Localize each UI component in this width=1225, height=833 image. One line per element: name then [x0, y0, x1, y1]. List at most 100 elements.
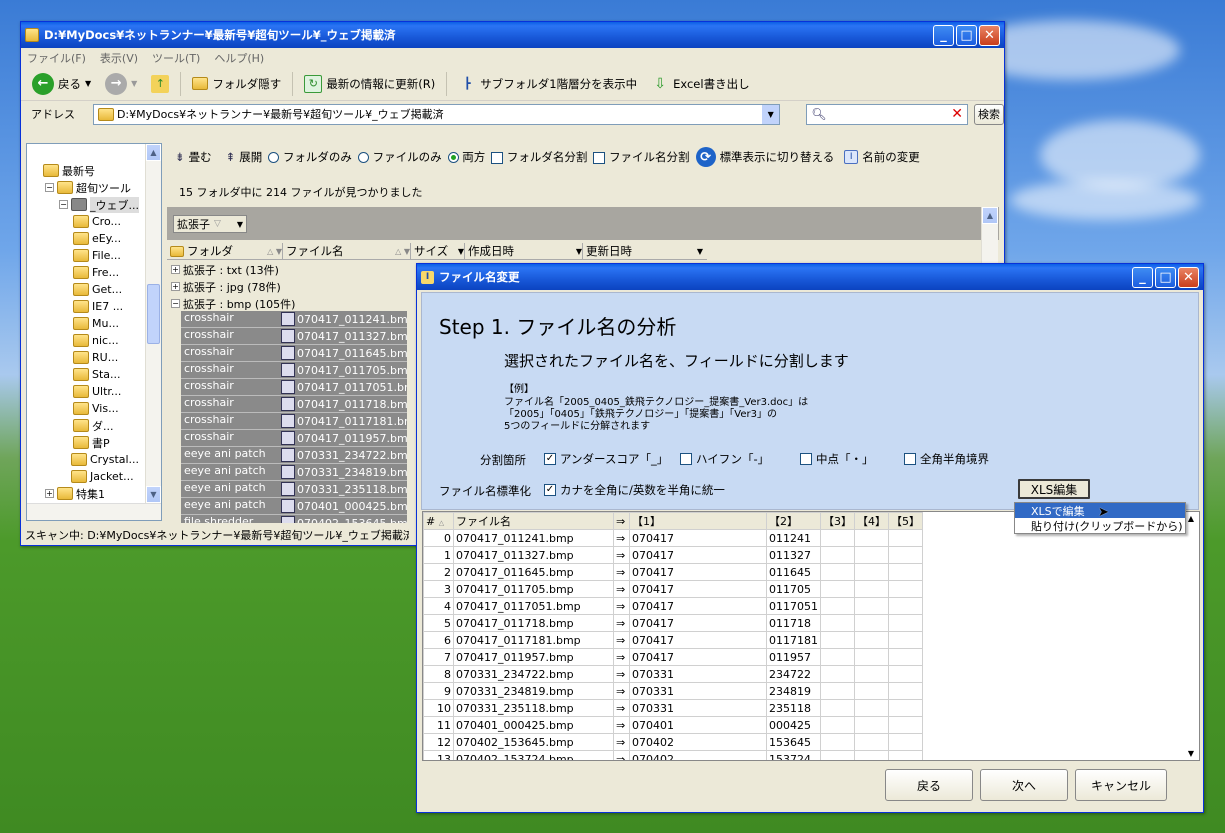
- grid-cell-filename[interactable]: 070402_153645.bmp: [453, 733, 614, 751]
- tree-item[interactable]: ダ...: [27, 417, 161, 434]
- scroll-down-arrow-icon[interactable]: ▼: [146, 486, 161, 503]
- group-row[interactable]: + 拡張子 : txt (13件): [167, 261, 427, 278]
- grid-cell-field-3[interactable]: [820, 529, 855, 547]
- group-toggle-icon[interactable]: −: [171, 299, 180, 308]
- chevron-down-icon[interactable]: ▼: [576, 247, 582, 256]
- tree-toggle-icon[interactable]: −: [45, 183, 54, 192]
- grid-cell-field-5[interactable]: [888, 614, 923, 632]
- grid-cell-field-1[interactable]: 070417: [629, 648, 767, 666]
- grid-cell-index[interactable]: 2: [423, 563, 454, 581]
- grid-cell-arrow[interactable]: ⇒: [613, 580, 630, 598]
- grid-cell-field-1[interactable]: 070417: [629, 580, 767, 598]
- grid-cell-field-4[interactable]: [854, 733, 889, 751]
- grid-row[interactable]: 12 070402_153645.bmp ⇒ 070402 153645: [423, 733, 923, 751]
- field-grid[interactable]: # △ ファイル名 ⇒ 【1】 【2】 【3】 【4】 【5】 0 070417_…: [422, 511, 1200, 761]
- grid-cell-field-5[interactable]: [888, 597, 923, 615]
- tree-item[interactable]: Sta...: [27, 366, 161, 383]
- grid-cell-field-2[interactable]: 153645: [766, 733, 821, 751]
- grid-cell-field-2[interactable]: 0117051: [766, 597, 821, 615]
- folder-tree[interactable]: 最新号 − 超旬ツール − _ウェブ... Cro... eEy... File... Fre.…: [26, 143, 162, 521]
- grid-cell-arrow[interactable]: ⇒: [613, 750, 630, 760]
- split-option-middot[interactable]: 中点「・」: [800, 451, 874, 467]
- tree-item[interactable]: eEy...: [27, 230, 161, 247]
- tree-item[interactable]: Fre...: [27, 264, 161, 281]
- grid-cell-index[interactable]: 7: [423, 648, 454, 666]
- grid-cell-arrow[interactable]: ⇒: [613, 597, 630, 615]
- next-button[interactable]: 次へ: [980, 769, 1068, 801]
- search-button[interactable]: 検索: [974, 103, 1004, 125]
- grid-cell-field-4[interactable]: [854, 665, 889, 683]
- grid-cell-field-3[interactable]: [820, 665, 855, 683]
- grid-cell-filename[interactable]: 070417_011645.bmp: [453, 563, 614, 581]
- grid-cell-field-3[interactable]: [820, 699, 855, 717]
- grid-header-arrow[interactable]: ⇒: [613, 512, 630, 530]
- tree-item[interactable]: Cro...: [27, 213, 161, 230]
- grid-cell-field-3[interactable]: [820, 614, 855, 632]
- grid-cell-field-3[interactable]: [820, 682, 855, 700]
- scroll-up-arrow-icon[interactable]: ▲: [146, 144, 161, 161]
- grid-cell-filename[interactable]: 070417_011327.bmp: [453, 546, 614, 564]
- tree-item[interactable]: 最新号: [27, 162, 161, 179]
- file-row[interactable]: crosshair 070417_011957.bmp: [181, 430, 411, 447]
- grid-header-field-4[interactable]: 【4】: [854, 512, 889, 530]
- maximize-button[interactable]: □: [956, 25, 977, 46]
- tree-item[interactable]: IE7 ...: [27, 298, 161, 315]
- grid-cell-index[interactable]: 11: [423, 716, 454, 734]
- tree-item[interactable]: Ultr...: [27, 383, 161, 400]
- grid-cell-index[interactable]: 9: [423, 682, 454, 700]
- grid-cell-index[interactable]: 0: [423, 529, 454, 547]
- file-row[interactable]: crosshair 070417_0117051.bmp: [181, 379, 411, 396]
- grid-cell-field-5[interactable]: [888, 682, 923, 700]
- search-input[interactable]: 🔍︎ ✕: [806, 103, 969, 125]
- grid-cell-field-4[interactable]: [854, 614, 889, 632]
- subfolder-button[interactable]: ┣ サブフォルダ1階層分を表示中: [453, 70, 642, 98]
- grid-cell-filename[interactable]: 070417_0117051.bmp: [453, 597, 614, 615]
- grid-cell-field-2[interactable]: 000425: [766, 716, 821, 734]
- grid-cell-field-2[interactable]: 011327: [766, 546, 821, 564]
- tree-toggle-icon[interactable]: +: [45, 489, 54, 498]
- grid-cell-field-1[interactable]: 070331: [629, 682, 767, 700]
- grid-cell-field-1[interactable]: 070417: [629, 529, 767, 547]
- hide-folder-button[interactable]: フォルダ隠す: [187, 70, 286, 98]
- grid-cell-filename[interactable]: 070401_000425.bmp: [453, 716, 614, 734]
- grid-cell-field-4[interactable]: [854, 580, 889, 598]
- file-row[interactable]: eeye ani patch 070331_234722.bmp: [181, 447, 411, 464]
- grid-cell-field-4[interactable]: [854, 716, 889, 734]
- grid-cell-filename[interactable]: 070417_011957.bmp: [453, 648, 614, 666]
- grid-cell-field-3[interactable]: [820, 580, 855, 598]
- grid-cell-field-3[interactable]: [820, 546, 855, 564]
- column-modified[interactable]: 更新日時 ▼: [583, 243, 703, 259]
- grid-header-field-3[interactable]: 【3】: [820, 512, 855, 530]
- split-option-underscore[interactable]: ✓ アンダースコア「_」: [544, 451, 668, 467]
- grid-header-index[interactable]: # △: [423, 512, 454, 530]
- grid-cell-arrow[interactable]: ⇒: [613, 682, 630, 700]
- grid-cell-index[interactable]: 3: [423, 580, 454, 598]
- grid-cell-arrow[interactable]: ⇒: [613, 648, 630, 666]
- grid-header-field-2[interactable]: 【2】: [766, 512, 821, 530]
- grid-cell-field-1[interactable]: 070417: [629, 597, 767, 615]
- grid-row[interactable]: 4 070417_0117051.bmp ⇒ 070417 0117051: [423, 597, 923, 615]
- grid-cell-field-1[interactable]: 070402: [629, 733, 767, 751]
- grid-cell-index[interactable]: 13: [423, 750, 454, 760]
- close-button[interactable]: ✕: [979, 25, 1000, 46]
- grid-cell-field-4[interactable]: [854, 750, 889, 760]
- grid-row[interactable]: 5 070417_011718.bmp ⇒ 070417 011718: [423, 614, 923, 632]
- column-created[interactable]: 作成日時 ▼: [465, 243, 583, 259]
- group-toggle-icon[interactable]: +: [171, 282, 180, 291]
- grid-cell-field-3[interactable]: [820, 733, 855, 751]
- grid-cell-field-2[interactable]: 0117181: [766, 631, 821, 649]
- file-row[interactable]: eeye ani patch 070331_234819.bmp: [181, 464, 411, 481]
- dropdown-arrow-icon[interactable]: ▼: [762, 104, 780, 124]
- tree-item[interactable]: RU...: [27, 349, 161, 366]
- grid-cell-filename[interactable]: 070331_235118.bmp: [453, 699, 614, 717]
- back-button[interactable]: 戻る: [885, 769, 973, 801]
- chevron-down-icon[interactable]: ▼: [131, 79, 137, 88]
- grid-cell-field-5[interactable]: [888, 648, 923, 666]
- chevron-down-icon[interactable]: ▼: [237, 220, 243, 229]
- rename-button[interactable]: I 名前の変更: [844, 149, 920, 165]
- tree-item[interactable]: Get...: [27, 281, 161, 298]
- xls-edit-button[interactable]: XLS編集: [1018, 479, 1090, 499]
- menu-tools[interactable]: ツール(T): [152, 50, 200, 66]
- grid-cell-field-2[interactable]: 235118: [766, 699, 821, 717]
- tree-item[interactable]: 書P: [27, 434, 161, 451]
